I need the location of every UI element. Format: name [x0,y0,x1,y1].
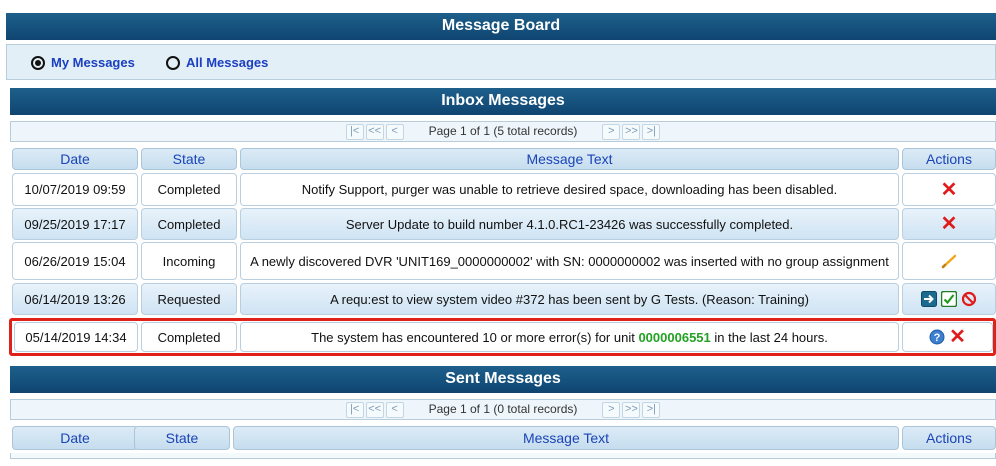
row4-message[interactable]: A requ:est to view system video #372 has… [240,283,899,315]
sent-column-header-date[interactable]: Date [12,426,138,450]
row1-message[interactable]: Notify Support, purger was unable to ret… [240,173,899,206]
svg-text:?: ? [934,332,941,344]
column-header-state[interactable]: State [141,148,237,170]
radio-my-messages-label[interactable]: My Messages [51,55,135,70]
filter-panel: My Messages All Messages [6,44,996,80]
row4-state: Requested [141,283,237,315]
row2-date: 09/25/2019 17:17 [12,208,138,240]
next-page-button[interactable]: > [602,123,621,140]
prev-many-button[interactable]: << [365,123,384,140]
row1-actions: ✕ [902,173,996,206]
radio-unselected-icon[interactable] [166,55,180,70]
column-header-date[interactable]: Date [12,148,138,170]
radio-all-messages[interactable]: All Messages [166,55,268,70]
row2-state: Completed [141,208,237,240]
row4-actions [902,283,996,315]
row3-message[interactable]: A newly discovered DVR 'UNIT169_00000000… [240,242,899,280]
radio-all-messages-label[interactable]: All Messages [186,55,268,70]
prev-page-button[interactable]: < [385,123,404,140]
row5-state: Completed [141,322,237,352]
row4-date: 06/14/2019 13:26 [12,283,138,315]
radio-selected-icon[interactable] [31,55,45,70]
edit-pencil-icon[interactable] [940,252,958,270]
inbox-title: Inbox Messages [10,88,996,115]
delete-icon[interactable]: ✕ [949,327,966,347]
next-many-button[interactable]: >> [622,123,641,140]
help-icon[interactable]: ? [929,329,945,345]
sent-column-header-actions: Actions [902,426,996,450]
row1-date: 10/07/2019 09:59 [12,173,138,206]
next-many-button[interactable]: >> [622,401,641,418]
delete-icon[interactable]: ✕ [941,214,958,234]
sent-column-header-state[interactable]: State [134,426,230,450]
sent-table-empty-area [10,453,996,459]
approve-check-icon[interactable] [941,291,957,307]
unit-link[interactable]: 0000006551 [638,330,710,345]
row3-actions [902,242,996,280]
prev-page-button[interactable]: < [385,401,404,418]
column-header-actions: Actions [902,148,996,170]
row3-state: Incoming [141,242,237,280]
inbox-pager: |< << < Page 1 of 1 (5 total records) > >> >| [10,121,996,142]
row5-message-tail: in the last 24 hours. [710,329,828,345]
first-page-button[interactable]: |< [345,123,364,140]
row5-message[interactable]: The system has encountered 10 or more er… [240,322,899,352]
sent-page-info: Page 1 of 1 (0 total records) [428,402,578,417]
next-page-button[interactable]: > [602,401,621,418]
radio-my-messages[interactable]: My Messages [31,55,135,70]
delete-icon[interactable]: ✕ [941,180,958,200]
row5-actions: ? ✕ [902,322,993,352]
forward-arrow-icon[interactable] [921,291,937,307]
sent-pager: |< << < Page 1 of 1 (0 total records) > >> >| [10,399,996,420]
message-board-title: Message Board [6,13,996,40]
row3-date: 06/26/2019 15:04 [12,242,138,280]
row2-actions: ✕ [902,208,996,240]
prev-many-button[interactable]: << [365,401,384,418]
row5-date: 05/14/2019 14:34 [14,322,138,352]
row1-state: Completed [141,173,237,206]
inbox-page-info: Page 1 of 1 (5 total records) [428,124,578,139]
deny-circle-icon[interactable] [961,291,977,307]
sent-column-header-message[interactable]: Message Text [233,426,899,450]
last-page-button[interactable]: >| [642,123,661,140]
row2-message[interactable]: Server Update to build number 4.1.0.RC1-… [240,208,899,240]
column-header-message[interactable]: Message Text [240,148,899,170]
last-page-button[interactable]: >| [642,401,661,418]
first-page-button[interactable]: |< [345,401,364,418]
row5-message-text: The system has encountered 10 or more er… [311,329,639,345]
sent-title: Sent Messages [10,366,996,393]
